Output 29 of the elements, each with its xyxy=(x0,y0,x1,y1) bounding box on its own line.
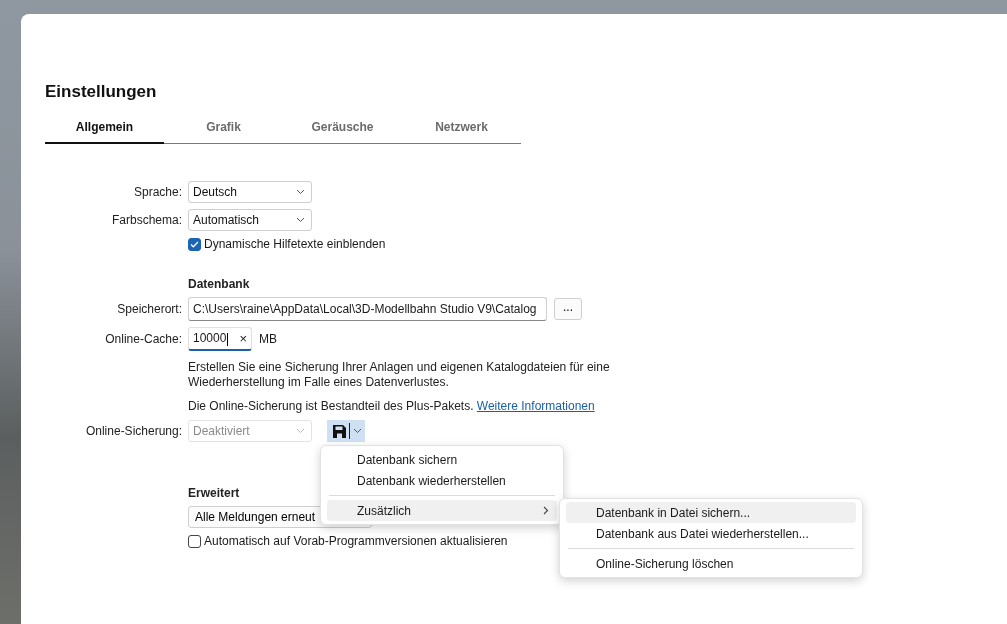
field-label: Farbschema: xyxy=(111,213,182,227)
menu-item[interactable]: Datenbank wiederherstellen xyxy=(327,470,557,491)
field-label: Sprache: xyxy=(133,185,182,199)
cache-field[interactable]: 10000 × xyxy=(188,327,252,351)
checkbox-label: Automatisch auf Vorab-Programmversionen aktualisieren xyxy=(204,534,508,548)
section-heading: Datenbank xyxy=(188,277,250,291)
checkbox-label: Dynamische Hilfetexte einblenden xyxy=(204,237,386,251)
tab[interactable]: Allgemein xyxy=(45,120,164,144)
dropdown[interactable]: Automatisch xyxy=(188,209,312,231)
section-heading: Erweitert xyxy=(188,486,240,500)
field-label: Speicherort: xyxy=(117,302,182,316)
tab[interactable]: Grafik xyxy=(164,120,283,144)
path-field[interactable]: C:\Users\raine\AppData\Local\3D-Modellbahn Studio V9\Catalog xyxy=(188,297,547,321)
browse-button[interactable]: ... xyxy=(554,298,582,320)
info-text: Erstellen Sie eine Sicherung Ihrer Anlagen und eigenen Katalogdateien für eine Wiederherstellung im Falle eines Datenverlustes. xyxy=(188,360,610,390)
field-label: Online-Sicherung: xyxy=(85,424,182,438)
more-info-link[interactable]: Weitere Informationen xyxy=(476,399,595,413)
info-text: Die Online-Sicherung ist Bestandteil des Plus-Pakets. Weitere Informationen xyxy=(188,399,595,414)
window-title: Einstellungen xyxy=(45,82,158,102)
menu-item[interactable]: Datenbank sichern xyxy=(327,449,557,470)
menu-item[interactable]: Online-Sicherung löschen xyxy=(566,553,856,574)
tab[interactable]: Netzwerk xyxy=(402,120,521,144)
unit-label: MB xyxy=(259,332,277,346)
tab[interactable]: Geräusche xyxy=(283,120,402,144)
field-label: Online-Cache: xyxy=(105,332,182,346)
submenu-item[interactable]: Zusätzlich xyxy=(327,500,557,521)
menu-item[interactable]: Datenbank aus Datei wiederherstellen... xyxy=(566,523,856,544)
dropdown[interactable]: Deutsch xyxy=(188,181,312,203)
menu-item[interactable]: Datenbank in Datei sichern... xyxy=(566,502,856,523)
